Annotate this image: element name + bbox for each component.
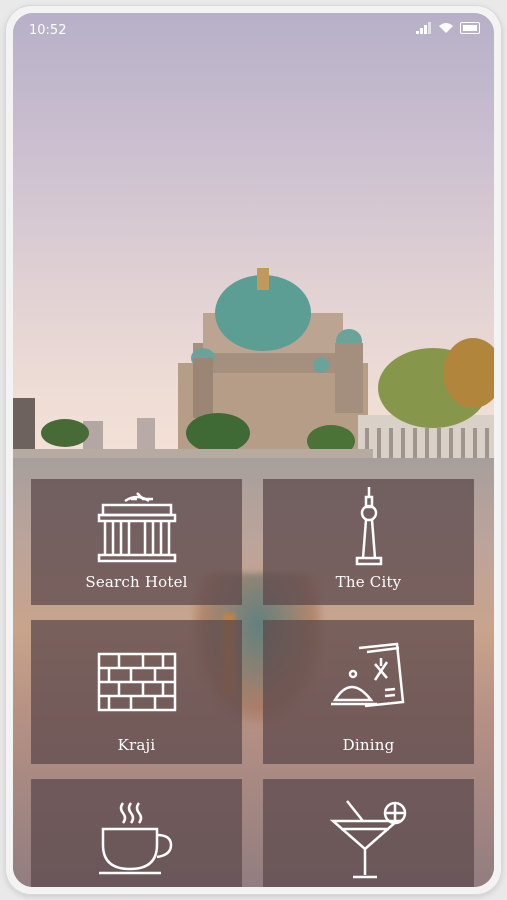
tile-label: Dining bbox=[342, 736, 395, 754]
tv-tower-icon bbox=[355, 487, 382, 566]
tile-search-hotel[interactable]: Search Hotel bbox=[31, 479, 242, 605]
coffee-cup-icon bbox=[98, 802, 172, 875]
tile-label: The City bbox=[335, 573, 402, 591]
tile-the-city[interactable]: The City bbox=[263, 479, 474, 605]
brick-wall-icon bbox=[97, 652, 176, 712]
battery-icon bbox=[460, 22, 480, 34]
status-time: 10:52 bbox=[29, 23, 67, 38]
dining-menu-icon bbox=[330, 642, 404, 708]
status-bar: 10:52 bbox=[13, 13, 494, 43]
tile-kraji[interactable]: Kraji bbox=[31, 620, 242, 764]
tile-cocktail[interactable] bbox=[263, 779, 474, 887]
phone-frame: 10:52 Search Hotel The City Kraji Dining bbox=[5, 5, 502, 895]
wifi-icon bbox=[439, 23, 453, 33]
status-icons bbox=[416, 22, 480, 34]
app-screen: 10:52 Search Hotel The City Kraji Dining bbox=[13, 13, 494, 887]
cocktail-icon bbox=[329, 800, 406, 879]
tile-label: Search Hotel bbox=[85, 573, 188, 591]
tile-coffee[interactable] bbox=[31, 779, 242, 887]
tile-label: Kraji bbox=[117, 736, 156, 754]
cellular-signal-icon bbox=[416, 22, 431, 34]
tile-dining[interactable]: Dining bbox=[263, 620, 474, 764]
brandenburg-gate-icon bbox=[97, 492, 176, 563]
